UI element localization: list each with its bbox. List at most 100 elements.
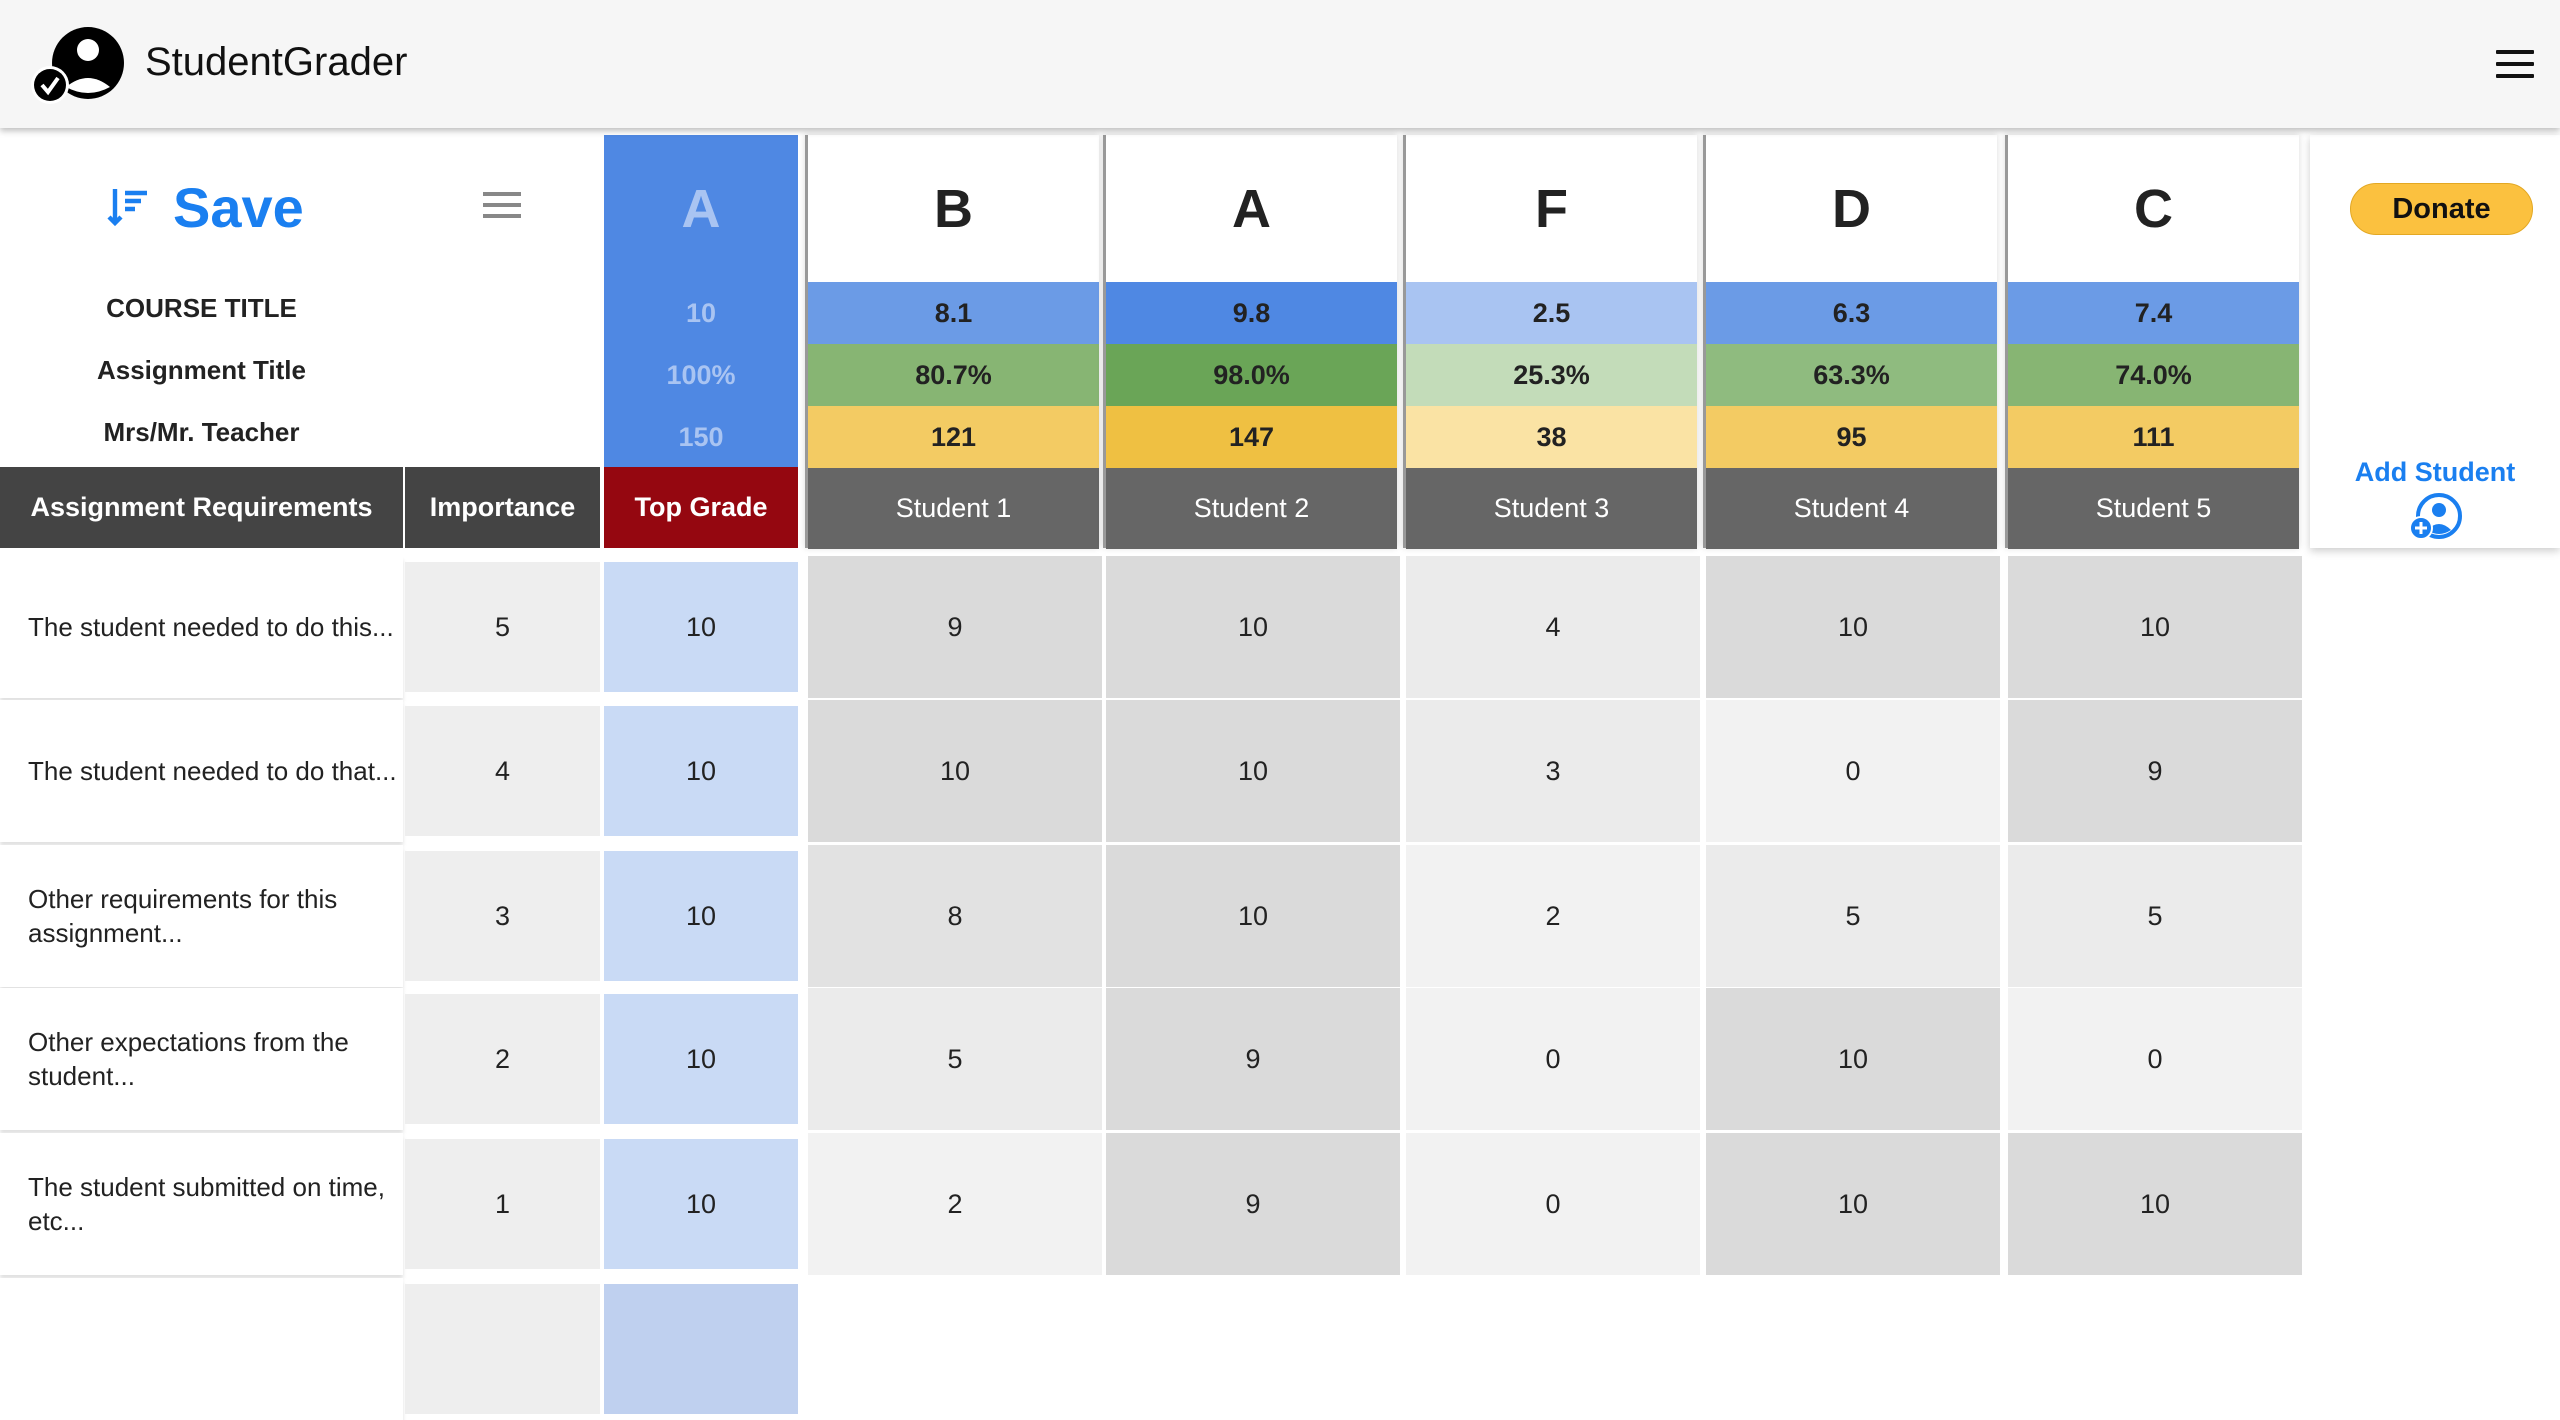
student-points: 121 — [808, 406, 1099, 468]
student-points: 38 — [1406, 406, 1697, 468]
score-cell[interactable]: 10 — [2008, 556, 2302, 698]
requirement-text: The student needed to do this... — [28, 612, 394, 642]
table-row — [0, 1278, 2420, 1420]
donate-button[interactable]: Donate — [2350, 183, 2533, 235]
importance-cell[interactable]: 4 — [405, 706, 600, 836]
requirement-cell[interactable]: The student needed to do this... — [0, 556, 403, 698]
requirement-text: Other requirements for this assignment..… — [28, 884, 338, 948]
requirement-cell[interactable] — [0, 1278, 403, 1420]
score-cell[interactable]: 10 — [1706, 988, 2000, 1130]
assignment-title[interactable]: Assignment Title — [0, 340, 403, 400]
student-letter-grade: F — [1535, 178, 1568, 239]
student-score: 9.8 — [1106, 282, 1397, 344]
student-column: A 9.8 98.0% 147 Student 2 — [1103, 135, 1397, 549]
header-top-grade: Top Grade — [604, 467, 798, 548]
score-cell[interactable]: 9 — [1106, 1133, 1400, 1275]
save-label: Save — [173, 175, 304, 239]
score-cell[interactable]: 10 — [1106, 700, 1400, 842]
header-importance: Importance — [405, 467, 600, 548]
student-points: 147 — [1106, 406, 1397, 468]
student-percent: 98.0% — [1106, 344, 1397, 406]
top-grade-cell[interactable]: 10 — [604, 851, 798, 981]
score-cell[interactable]: 3 — [1406, 700, 1700, 842]
score-cell[interactable]: 10 — [1706, 556, 2000, 698]
top-grade-summary: A 10 100% 150 — [604, 135, 798, 467]
score-cell[interactable]: 10 — [808, 700, 1102, 842]
requirement-text: The student submitted on time, etc... — [28, 1172, 385, 1236]
student-name[interactable]: Student 3 — [1406, 468, 1697, 549]
score-cell[interactable]: 10 — [1106, 845, 1400, 987]
importance-cell[interactable] — [405, 1284, 600, 1414]
student-column: B 8.1 80.7% 121 Student 1 — [805, 135, 1099, 549]
add-user-icon — [2409, 493, 2462, 540]
student-score: 7.4 — [2008, 282, 2299, 344]
top-grade-cell[interactable]: 10 — [604, 994, 798, 1124]
student-name[interactable]: Student 1 — [808, 468, 1099, 549]
student-points: 111 — [2008, 406, 2299, 468]
importance-cell[interactable]: 1 — [405, 1139, 600, 1269]
score-cell[interactable]: 10 — [1706, 1133, 2000, 1275]
student-percent: 63.3% — [1706, 344, 1997, 406]
app-title: StudentGrader — [145, 40, 408, 84]
add-column: Donate Add Student — [2310, 135, 2560, 548]
teacher-name[interactable]: Mrs/Mr. Teacher — [0, 402, 403, 462]
top-grade-cell[interactable]: 10 — [604, 562, 798, 692]
student-percent: 80.7% — [808, 344, 1099, 406]
student-letter-grade: D — [1832, 178, 1871, 239]
student-percent: 25.3% — [1406, 344, 1697, 406]
score-cell[interactable]: 9 — [2008, 700, 2302, 842]
student-grader-logo-icon — [31, 27, 124, 104]
student-points: 95 — [1706, 406, 1997, 468]
top-grade-points: 150 — [678, 421, 724, 452]
score-cell[interactable]: 0 — [2008, 988, 2302, 1130]
score-cell[interactable]: 5 — [808, 988, 1102, 1130]
student-column: F 2.5 25.3% 38 Student 3 — [1403, 135, 1697, 549]
score-cell[interactable]: 0 — [1706, 700, 2000, 842]
student-name[interactable]: Student 4 — [1706, 468, 1997, 549]
importance-cell[interactable]: 2 — [405, 994, 600, 1124]
requirement-cell[interactable]: The student needed to do that... — [0, 700, 403, 842]
top-grade-letter: A — [681, 178, 721, 239]
requirement-cell[interactable]: Other requirements for this assignment..… — [0, 845, 403, 987]
score-cell[interactable]: 0 — [1406, 988, 1700, 1130]
requirement-cell[interactable]: The student submitted on time, etc... — [0, 1133, 403, 1275]
top-grade-cell[interactable] — [604, 1284, 798, 1414]
score-cell[interactable]: 10 — [1106, 556, 1400, 698]
score-cell[interactable]: 9 — [1106, 988, 1400, 1130]
student-column: C 7.4 74.0% 111 Student 5 — [2005, 135, 2299, 549]
top-bar: StudentGrader — [0, 0, 2560, 128]
student-name[interactable]: Student 2 — [1106, 468, 1397, 549]
course-title[interactable]: COURSE TITLE — [0, 278, 403, 338]
student-score: 6.3 — [1706, 282, 1997, 344]
score-cell[interactable]: 9 — [808, 556, 1102, 698]
score-cell[interactable]: 2 — [808, 1133, 1102, 1275]
table-row: The student needed to do that... 4 10 10 1… — [0, 700, 2420, 842]
top-grade-cell[interactable]: 10 — [604, 1139, 798, 1269]
student-letter-grade: A — [1232, 178, 1271, 239]
score-cell[interactable]: 8 — [808, 845, 1102, 987]
student-letter-grade: C — [2134, 178, 2173, 239]
student-name[interactable]: Student 5 — [2008, 468, 2299, 549]
main-menu-icon[interactable] — [2496, 50, 2534, 78]
requirement-text: The student needed to do that... — [28, 756, 397, 786]
importance-cell[interactable]: 3 — [405, 851, 600, 981]
add-student-label: Add Student — [2354, 457, 2516, 487]
add-student-button[interactable]: Add Student — [2310, 457, 2560, 549]
table-row: The student submitted on time, etc... 1 … — [0, 1133, 2420, 1275]
score-cell[interactable]: 5 — [2008, 845, 2302, 987]
score-cell[interactable]: 2 — [1406, 845, 1700, 987]
save-button[interactable]: Save — [105, 172, 304, 242]
score-cell[interactable]: 0 — [1406, 1133, 1700, 1275]
top-grade-score: 10 — [685, 297, 717, 328]
importance-cell[interactable]: 5 — [405, 562, 600, 692]
student-column: D 6.3 63.3% 95 Student 4 — [1703, 135, 1997, 549]
score-cell[interactable]: 4 — [1406, 556, 1700, 698]
requirement-cell[interactable]: Other expectations from the student... — [0, 988, 403, 1130]
options-menu-icon[interactable] — [483, 192, 521, 225]
top-grade-percent: 100% — [666, 359, 736, 390]
score-cell[interactable]: 10 — [2008, 1133, 2302, 1275]
requirement-text: Other expectations from the student... — [28, 1027, 349, 1091]
score-cell[interactable]: 5 — [1706, 845, 2000, 987]
top-grade-cell[interactable]: 10 — [604, 706, 798, 836]
sort-icon — [107, 189, 147, 227]
